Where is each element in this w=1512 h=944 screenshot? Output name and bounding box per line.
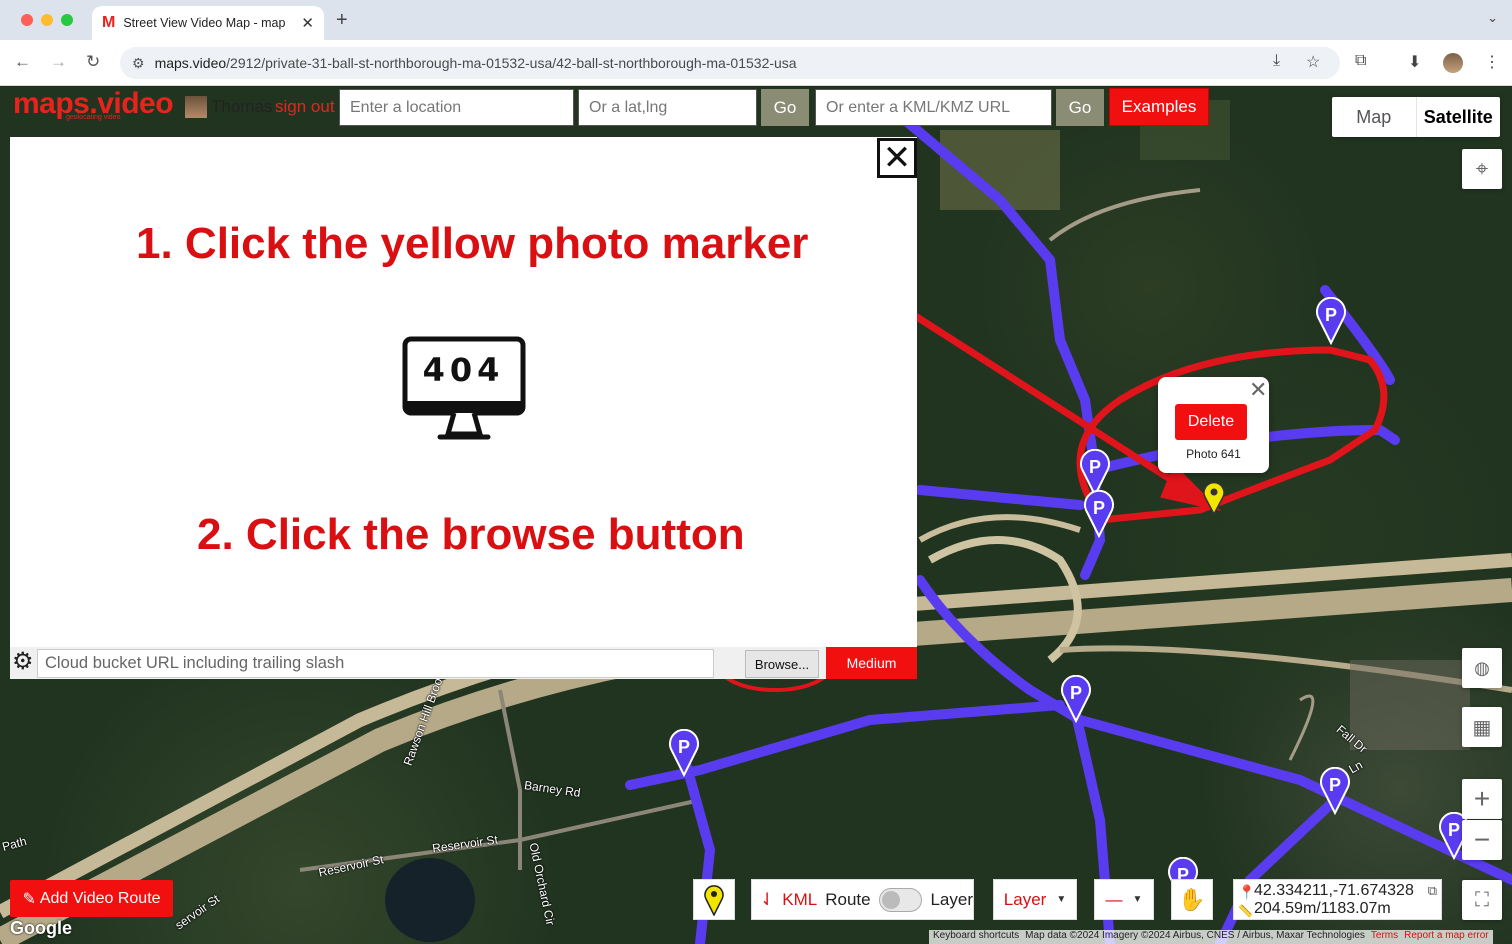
close-tab-icon[interactable]: ✕: [301, 14, 314, 32]
route-marker-icon[interactable]: P: [1060, 675, 1092, 723]
kml-label[interactable]: KML: [782, 890, 817, 910]
keyboard-shortcuts-link[interactable]: Keyboard shortcuts: [933, 930, 1019, 944]
route-label: Route: [825, 889, 871, 909]
add-video-route-button[interactable]: ✎ Add Video Route: [10, 880, 173, 917]
browser-tab[interactable]: M Street View Video Map - map ✕: [92, 6, 324, 40]
user-name: Thomas: [211, 97, 273, 116]
route-marker-icon[interactable]: P: [1315, 297, 1347, 345]
sign-out-link[interactable]: sign out: [275, 97, 335, 117]
popup-close-icon[interactable]: ✕: [1249, 377, 1267, 403]
report-error-link[interactable]: Report a map error: [1404, 930, 1488, 944]
back-icon[interactable]: ←: [14, 52, 31, 72]
instruction-step-1: 1. Click the yellow photo marker: [136, 219, 809, 268]
location-pin-icon: 📍: [1238, 884, 1256, 900]
svg-text:P: P: [1089, 457, 1101, 477]
favicon-icon: M: [102, 14, 116, 31]
grid-view-icon[interactable]: ▦: [1462, 707, 1502, 747]
minimize-window-icon[interactable]: [41, 14, 53, 26]
yellow-photo-marker-icon[interactable]: [1202, 481, 1226, 515]
svg-text:P: P: [1070, 683, 1082, 703]
photo-label: Photo 641: [1186, 447, 1241, 461]
svg-text:P: P: [678, 737, 690, 757]
settings-gear-icon[interactable]: ⚙: [12, 650, 34, 674]
pencil-icon: ✎: [22, 890, 36, 908]
user-avatar: [185, 96, 207, 118]
delete-photo-button[interactable]: Delete: [1175, 404, 1247, 440]
tab-title: Street View Video Map - map: [123, 16, 286, 30]
line-style-dropdown[interactable]: — ▼: [1094, 879, 1154, 920]
layer-label: Layer: [930, 889, 973, 909]
distance-text: 204.59m/1183.07m: [1254, 900, 1391, 917]
route-layer-toggle[interactable]: [878, 887, 923, 912]
install-icon[interactable]: ⤓: [1273, 52, 1280, 70]
fullscreen-icon[interactable]: ⛶: [1462, 880, 1502, 920]
map-type-control: Map Satellite: [1332, 97, 1500, 137]
url-text: maps.video/2912/private-31-ball-st-north…: [154, 55, 797, 71]
kml-download-icon[interactable]: ⇃: [760, 890, 774, 910]
kml-go-button[interactable]: Go: [1056, 89, 1104, 126]
place-marker-button[interactable]: [693, 879, 735, 920]
terms-link[interactable]: Terms: [1371, 930, 1398, 944]
error-code: 404: [422, 351, 505, 389]
map-attribution: Keyboard shortcuts Map data ©2024 Imager…: [929, 930, 1493, 944]
zoom-in-icon[interactable]: +: [1462, 779, 1502, 819]
coordinate-readout: 📍 42.334211,-71.674328 📏 204.59m/1183.07…: [1233, 879, 1442, 920]
new-tab-icon[interactable]: +: [336, 9, 348, 32]
map-data-text: Map data ©2024 Imagery ©2024 Airbus, CNE…: [1025, 930, 1365, 941]
reload-icon[interactable]: ↻: [86, 52, 100, 72]
map-type-map-button[interactable]: Map: [1332, 97, 1416, 137]
app-logo-tagline: geolocating video: [66, 114, 121, 121]
maximize-window-icon[interactable]: [61, 14, 73, 26]
forward-icon[interactable]: →: [50, 52, 67, 72]
layer-dropdown[interactable]: Layer ▼: [993, 879, 1077, 920]
my-location-icon[interactable]: ⌖: [1462, 149, 1502, 189]
location-search-input[interactable]: [339, 89, 574, 126]
browser-toolbar: ← → ↻ ⚙ maps.video/2912/private-31-ball-…: [0, 40, 1512, 86]
route-marker-icon[interactable]: P: [1319, 767, 1351, 815]
caret-down-icon: ▼: [1056, 894, 1067, 905]
route-marker-icon[interactable]: P: [668, 729, 700, 777]
map-type-satellite-button[interactable]: Satellite: [1415, 97, 1501, 137]
zoom-out-icon[interactable]: −: [1462, 820, 1502, 860]
browse-button[interactable]: Browse...: [745, 650, 819, 678]
instruction-step-2: 2. Click the browse button: [197, 510, 745, 559]
downloads-icon[interactable]: ⬇: [1408, 52, 1421, 72]
svg-text:P: P: [1448, 820, 1460, 840]
google-logo: Google: [10, 918, 72, 938]
tab-search-icon[interactable]: ⌄: [1487, 10, 1498, 26]
examples-button[interactable]: Examples: [1109, 88, 1209, 126]
site-info-icon[interactable]: ⚙: [132, 55, 145, 72]
coordinates-text: 42.334211,-71.674328: [1254, 882, 1414, 899]
svg-text:P: P: [1093, 498, 1105, 518]
close-window-icon[interactable]: [21, 14, 33, 26]
copy-icon[interactable]: ⧉: [1428, 882, 1437, 900]
go-button[interactable]: Go: [761, 89, 809, 126]
extensions-icon[interactable]: ⧉: [1355, 52, 1366, 70]
svg-text:P: P: [1329, 775, 1341, 795]
svg-text:P: P: [1325, 305, 1337, 325]
profile-avatar[interactable]: [1443, 53, 1463, 73]
cloud-bucket-url-input[interactable]: [37, 649, 714, 678]
address-bar[interactable]: ⚙ maps.video/2912/private-31-ball-st-nor…: [120, 47, 1340, 79]
kml-toolbar: ⇃ KML Route Layer: [751, 879, 974, 920]
pan-hand-icon[interactable]: ✋: [1171, 879, 1213, 920]
ruler-icon: 📏: [1238, 904, 1253, 918]
caret-down-icon: ▼: [1132, 894, 1143, 905]
kml-url-input[interactable]: [815, 89, 1052, 126]
browser-menu-icon[interactable]: ⋮: [1484, 52, 1500, 72]
close-panel-icon[interactable]: ✕: [877, 138, 917, 178]
latlng-input[interactable]: [578, 89, 757, 126]
bookmark-star-icon[interactable]: ☆: [1306, 52, 1320, 72]
globe-icon[interactable]: ◍: [1462, 648, 1502, 688]
quality-select[interactable]: Medium: [826, 647, 917, 679]
route-marker-icon[interactable]: P: [1083, 490, 1115, 538]
yellow-pin-icon: [704, 884, 724, 916]
browser-tab-bar: M Street View Video Map - map ✕ + ⌄: [0, 0, 1512, 40]
